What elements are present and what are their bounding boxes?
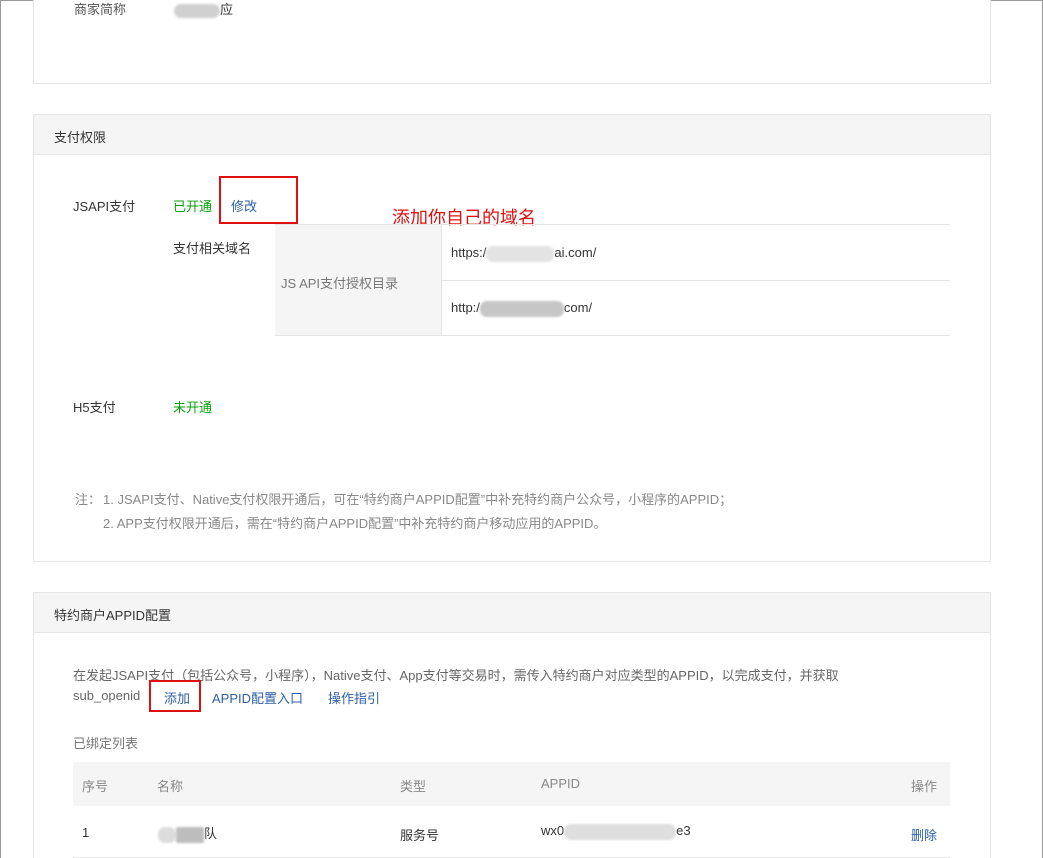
payment-permissions-title: 支付权限 [54,130,107,145]
merchant-info-panel: 商家简称 应 [33,0,991,84]
bound-list-title: 已绑定列表 [73,736,139,751]
column-type: 类型 [400,779,427,794]
delete-link[interactable]: 删除 [911,825,937,844]
jsapi-status: 已开通 [173,199,213,214]
merchant-short-name-label: 商家简称 [74,2,127,17]
domain-row-1: https:/ ai.com/ [451,245,596,262]
row-appid: wx0 e3 [541,823,691,840]
notes-line-2: 2. APP支付权限开通后，需在“特约商户APPID配置”中补充特约商户移动应用… [103,516,607,531]
appid-config-title: 特约商户APPID配置 [54,608,172,623]
domain-table: JS API支付授权目录 https:/ ai.com/ http:/ com/ [275,224,950,336]
jsapi-label: JSAPI支付 [73,199,136,214]
redacted-block [564,823,677,840]
annotation-box-edit [219,176,298,224]
row-appid-suffix: e3 [676,823,691,838]
h5-label: H5支付 [73,400,116,415]
domain-label: 支付相关域名 [173,241,252,256]
redacted-block [486,245,555,262]
appid-config-header: 特约商户APPID配置 [34,593,990,633]
column-action: 操作 [911,779,938,794]
row-name: 队 [158,823,217,843]
domain-table-header: JS API支付授权目录 [281,276,399,291]
row-appid-prefix: wx0 [541,823,565,838]
domain-1-suffix: ai.com/ [554,245,597,260]
annotation-box-add [149,680,201,712]
payment-permissions-header: 支付权限 [34,115,990,155]
merchant-short-name-suffix: 应 [220,2,234,17]
h5-status: 未开通 [173,400,213,415]
redacted-block [158,826,176,843]
appid-entry-link[interactable]: APPID配置入口 [212,688,303,707]
domain-table-header-cell: JS API支付授权目录 [275,225,442,335]
domain-row-divider [442,280,950,281]
domain-2-prefix: http:/ [451,300,480,315]
column-appid: APPID [541,776,581,791]
redacted-block [176,826,204,843]
redacted-block [479,300,564,317]
domain-2-suffix: com/ [563,300,593,315]
redacted-block [174,3,220,18]
row-type: 服务号 [400,828,440,843]
notes-line-1: 1. JSAPI支付、Native支付权限开通后，可在“特约商户APPID配置”… [103,492,733,507]
domain-1-prefix: https:/ [451,245,487,260]
row-index: 1 [82,825,90,840]
column-name: 名称 [157,779,184,794]
appid-description-line-2: sub_openid [73,688,141,703]
merchant-short-name-value: 应 [174,0,233,18]
operation-guide-link[interactable]: 操作指引 [328,688,380,707]
domain-row-2: http:/ com/ [451,300,592,317]
notes-prefix: 注： [75,492,102,507]
bound-table-header: 序号 名称 类型 APPID 操作 [73,762,950,806]
column-index: 序号 [82,779,109,794]
table-row: 1 队 服务号 wx0 e3 删除 [73,806,950,858]
row-name-suffix: 队 [204,826,218,841]
